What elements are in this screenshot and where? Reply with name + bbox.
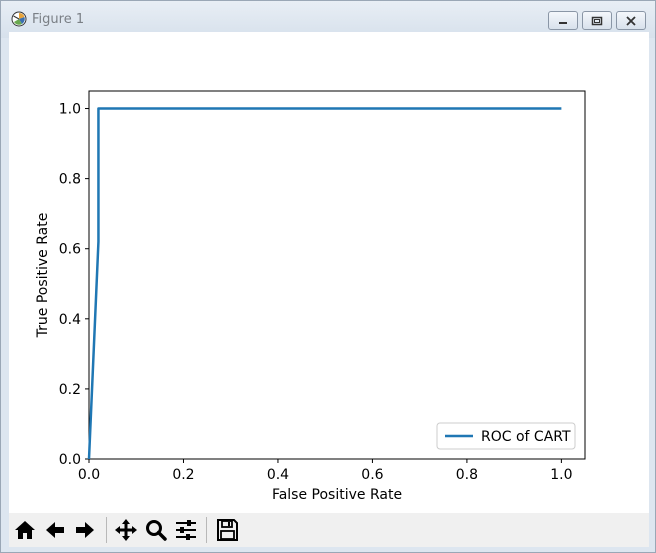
minimize-button[interactable] bbox=[548, 11, 578, 30]
y-tick-label: 1.0 bbox=[59, 102, 81, 118]
zoom-button[interactable] bbox=[142, 516, 170, 544]
arrow-right-icon bbox=[76, 522, 94, 538]
matplotlib-figure-icon bbox=[11, 11, 27, 27]
arrow-left-icon bbox=[46, 522, 64, 538]
magnifier-icon bbox=[146, 520, 167, 541]
x-tick-label: 1.0 bbox=[550, 467, 572, 483]
restore-button[interactable] bbox=[582, 11, 612, 30]
window-title: Figure 1 bbox=[32, 12, 85, 27]
close-button[interactable] bbox=[616, 11, 646, 30]
back-button[interactable] bbox=[41, 516, 69, 544]
forward-button[interactable] bbox=[71, 516, 99, 544]
toolbar-separator bbox=[206, 517, 207, 543]
navigation-toolbar bbox=[9, 513, 649, 547]
save-button[interactable] bbox=[213, 516, 241, 544]
x-axis-label: False Positive Rate bbox=[272, 487, 402, 503]
pan-button[interactable] bbox=[112, 516, 140, 544]
x-tick-label: 0.8 bbox=[456, 467, 478, 483]
move-icon bbox=[115, 519, 137, 541]
x-tick-label: 0.2 bbox=[172, 467, 194, 483]
legend-label: ROC of CART bbox=[481, 429, 571, 445]
minimize-icon bbox=[559, 21, 567, 24]
y-axis-label: True Positive Rate bbox=[35, 213, 51, 339]
toolbar-separator bbox=[106, 517, 107, 543]
roc-chart: 0.0 0.2 0.4 0.6 0.8 1.0 0.0 0.2 0.4 0.6 0.8 1.0 Fals… bbox=[35, 90, 586, 503]
y-tick-label: 0.4 bbox=[59, 312, 81, 328]
plot-area-frame bbox=[88, 90, 586, 460]
sliders-icon bbox=[176, 520, 196, 540]
y-tick-label: 0.2 bbox=[59, 382, 81, 398]
home-icon bbox=[15, 521, 35, 539]
close-icon bbox=[626, 15, 636, 26]
figure-canvas[interactable]: 0.0 0.2 0.4 0.6 0.8 1.0 0.0 0.2 0.4 0.6 0.8 1.0 Fals… bbox=[9, 32, 649, 513]
figure-window: Figure 1 0.0 0.2 0.4 0.6 0.8 1.0 0.0 0.2 0.4 0.6 0… bbox=[0, 0, 656, 553]
restore-icon bbox=[591, 16, 603, 25]
y-tick-label: 0.0 bbox=[59, 452, 81, 468]
floppy-disk-icon bbox=[217, 519, 238, 541]
y-tick-label: 0.8 bbox=[59, 172, 81, 188]
x-tick-label: 0.4 bbox=[267, 467, 289, 483]
home-button[interactable] bbox=[11, 516, 39, 544]
x-tick-label: 0.6 bbox=[361, 467, 383, 483]
x-tick-label: 0.0 bbox=[78, 467, 100, 483]
configure-subplots-button[interactable] bbox=[172, 516, 200, 544]
y-tick-label: 0.6 bbox=[59, 242, 81, 258]
